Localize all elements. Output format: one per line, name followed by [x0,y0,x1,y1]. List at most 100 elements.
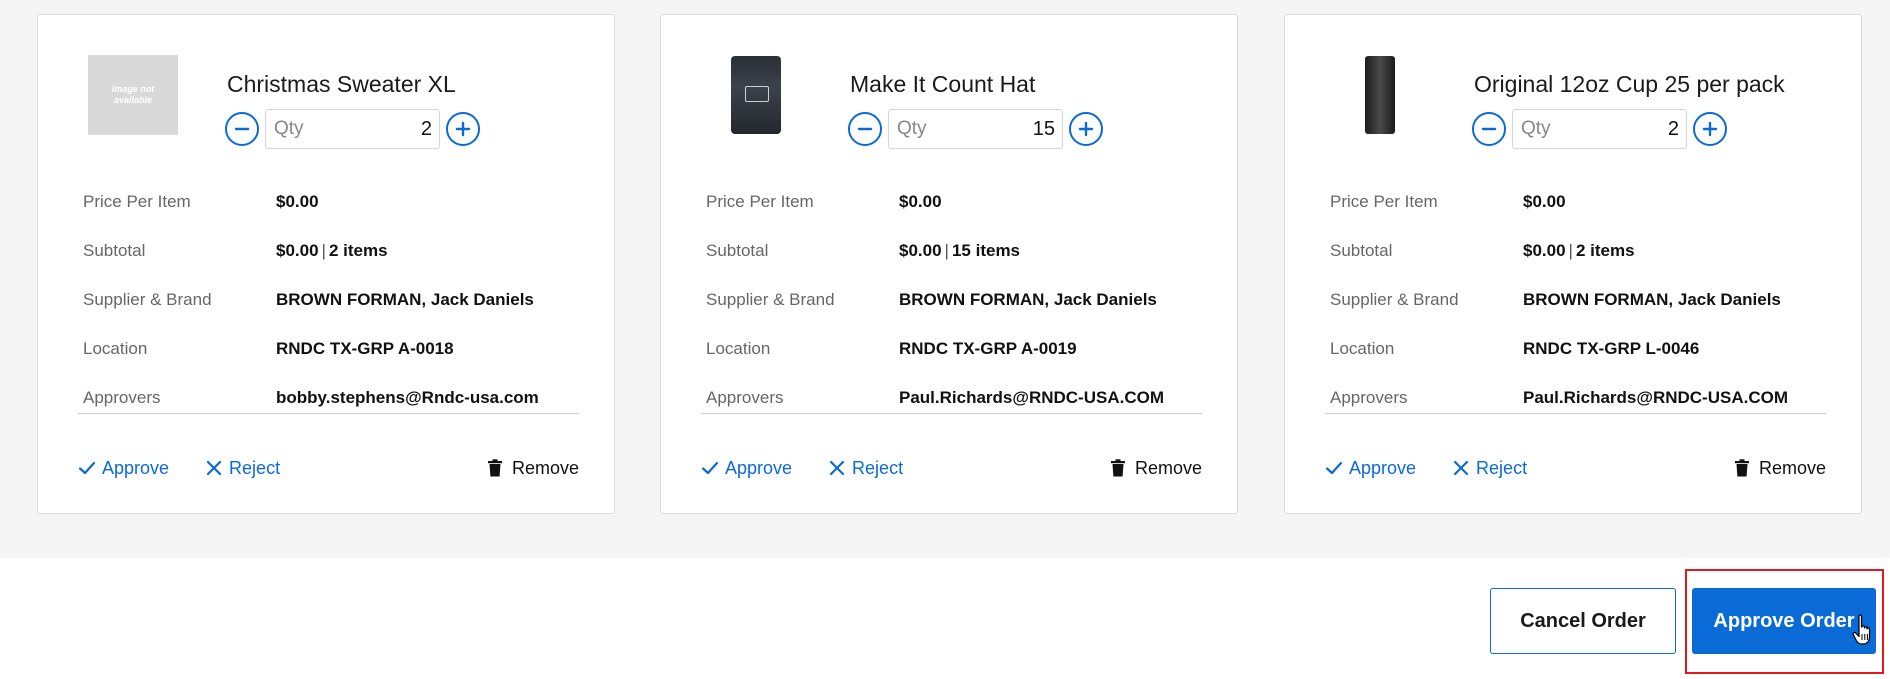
trash-icon [487,459,502,477]
cup-photo [1365,56,1395,134]
supplier-value: BROWN FORMAN, Jack Daniels [276,289,534,309]
reject-item-button[interactable]: Reject [828,458,903,479]
approvers-label: Approvers [1330,387,1408,407]
price-value: $0.00 [899,191,942,211]
product-image [711,55,801,135]
approvers-label: Approvers [706,387,784,407]
quantity-stepper: Qty 2 [1472,109,1727,149]
quantity-stepper: Qty 15 [848,109,1103,149]
approvers-value: bobby.stephens@Rndc-usa.com [276,387,539,407]
increase-qty-button[interactable] [446,112,480,146]
decrease-qty-button[interactable] [848,112,882,146]
order-item-card: Image not available Christmas Sweater XL… [37,14,615,514]
price-row: Price Per Item $0.00 [706,177,1202,226]
location-row: Location RNDC TX-GRP L-0046 [1330,324,1826,373]
supplier-label: Supplier & Brand [706,289,835,309]
checkmark-icon [701,461,719,475]
location-label: Location [706,338,771,358]
approve-item-button[interactable]: Approve [1325,458,1416,479]
product-image: Image not available [88,55,178,135]
qty-value: 2 [420,117,432,140]
supplier-label: Supplier & Brand [83,289,212,309]
approvers-row: Approvers Paul.Richards@RNDC-USA.COM [1330,373,1826,422]
location-label: Location [1330,338,1395,358]
card-actions: Approve Reject Remove [78,454,579,482]
cancel-order-button[interactable]: Cancel Order [1490,588,1676,654]
trash-icon [1110,459,1125,477]
subtotal-value: $0.00 | 2 items [276,241,388,261]
remove-item-button[interactable]: Remove [1734,458,1826,479]
subtotal-label: Subtotal [83,240,146,260]
plus-icon [455,121,471,137]
remove-item-label: Remove [1758,457,1826,478]
subtotal-row: Subtotal $0.00 | 2 items [1330,226,1826,275]
supplier-row: Supplier & Brand BROWN FORMAN, Jack Dani… [706,275,1202,324]
checkmark-icon [1325,461,1343,475]
item-details: Price Per Item $0.00 Subtotal $0.00 | 15 i… [706,177,1202,422]
image-not-available-placeholder: Image not available [88,55,178,135]
remove-item-label: Remove [511,457,579,478]
subtotal-items: 15 items [951,240,1021,260]
close-icon [829,460,845,476]
location-row: Location RNDC TX-GRP A-0019 [706,324,1202,373]
subtotal-amount: $0.00 [276,240,319,260]
subtotal-label: Subtotal [1330,240,1393,260]
reject-item-label: Reject [229,457,281,478]
subtotal-value: $0.00 | 2 items [1523,241,1635,261]
order-items-panel: Image not available Christmas Sweater XL… [0,0,1890,558]
hat-photo [731,56,781,134]
card-actions: Approve Reject Remove [701,454,1202,482]
subtotal-separator: | [944,240,949,260]
qty-input[interactable]: Qty 15 [888,109,1063,149]
price-label: Price Per Item [83,191,191,211]
order-item-card: Make It Count Hat Qty 15 Price Per Item … [660,14,1238,514]
approve-item-button[interactable]: Approve [701,458,792,479]
price-label: Price Per Item [706,191,814,211]
approve-item-label: Approve [1349,457,1417,478]
qty-placeholder: Qty [897,118,927,139]
item-details: Price Per Item $0.00 Subtotal $0.00 | 2 it… [1330,177,1826,422]
increase-qty-button[interactable] [1069,112,1103,146]
remove-item-label: Remove [1134,457,1202,478]
decrease-qty-button[interactable] [1472,112,1506,146]
close-icon [1453,460,1469,476]
card-divider [1325,413,1826,414]
plus-icon [1702,121,1718,137]
supplier-row: Supplier & Brand BROWN FORMAN, Jack Dani… [1330,275,1826,324]
location-label: Location [83,338,148,358]
approve-item-button[interactable]: Approve [78,458,169,479]
qty-input[interactable]: Qty 2 [1512,109,1687,149]
qty-placeholder: Qty [1521,118,1551,139]
location-row: Location RNDC TX-GRP A-0018 [83,324,579,373]
minus-icon [1481,127,1497,131]
plus-icon [1078,121,1094,137]
reject-item-label: Reject [852,457,904,478]
subtotal-separator: | [1568,240,1573,260]
qty-value: 2 [1667,117,1679,140]
product-title: Christmas Sweater XL [227,71,456,97]
remove-item-button[interactable]: Remove [487,458,579,479]
approvers-value: Paul.Richards@RNDC-USA.COM [1523,387,1788,407]
decrease-qty-button[interactable] [225,112,259,146]
reject-item-button[interactable]: Reject [1452,458,1527,479]
reject-item-label: Reject [1476,457,1528,478]
increase-qty-button[interactable] [1693,112,1727,146]
product-title: Original 12oz Cup 25 per pack [1474,71,1785,97]
location-value: RNDC TX-GRP L-0046 [1523,338,1700,358]
qty-value: 15 [1032,117,1055,140]
approvers-label: Approvers [83,387,161,407]
subtotal-items: 2 items [328,240,388,260]
card-actions: Approve Reject Remove [1325,454,1826,482]
card-divider [78,413,579,414]
supplier-row: Supplier & Brand BROWN FORMAN, Jack Dani… [83,275,579,324]
reject-item-button[interactable]: Reject [205,458,280,479]
order-item-card: Original 12oz Cup 25 per pack Qty 2 Pric… [1284,14,1862,514]
product-image [1335,55,1425,135]
qty-input[interactable]: Qty 2 [265,109,440,149]
hand-cursor-icon [1852,614,1871,645]
card-divider [701,413,1202,414]
item-details: Price Per Item $0.00 Subtotal $0.00 | 2 it… [83,177,579,422]
price-value: $0.00 [1523,191,1566,211]
subtotal-row: Subtotal $0.00 | 15 items [706,226,1202,275]
remove-item-button[interactable]: Remove [1110,458,1202,479]
